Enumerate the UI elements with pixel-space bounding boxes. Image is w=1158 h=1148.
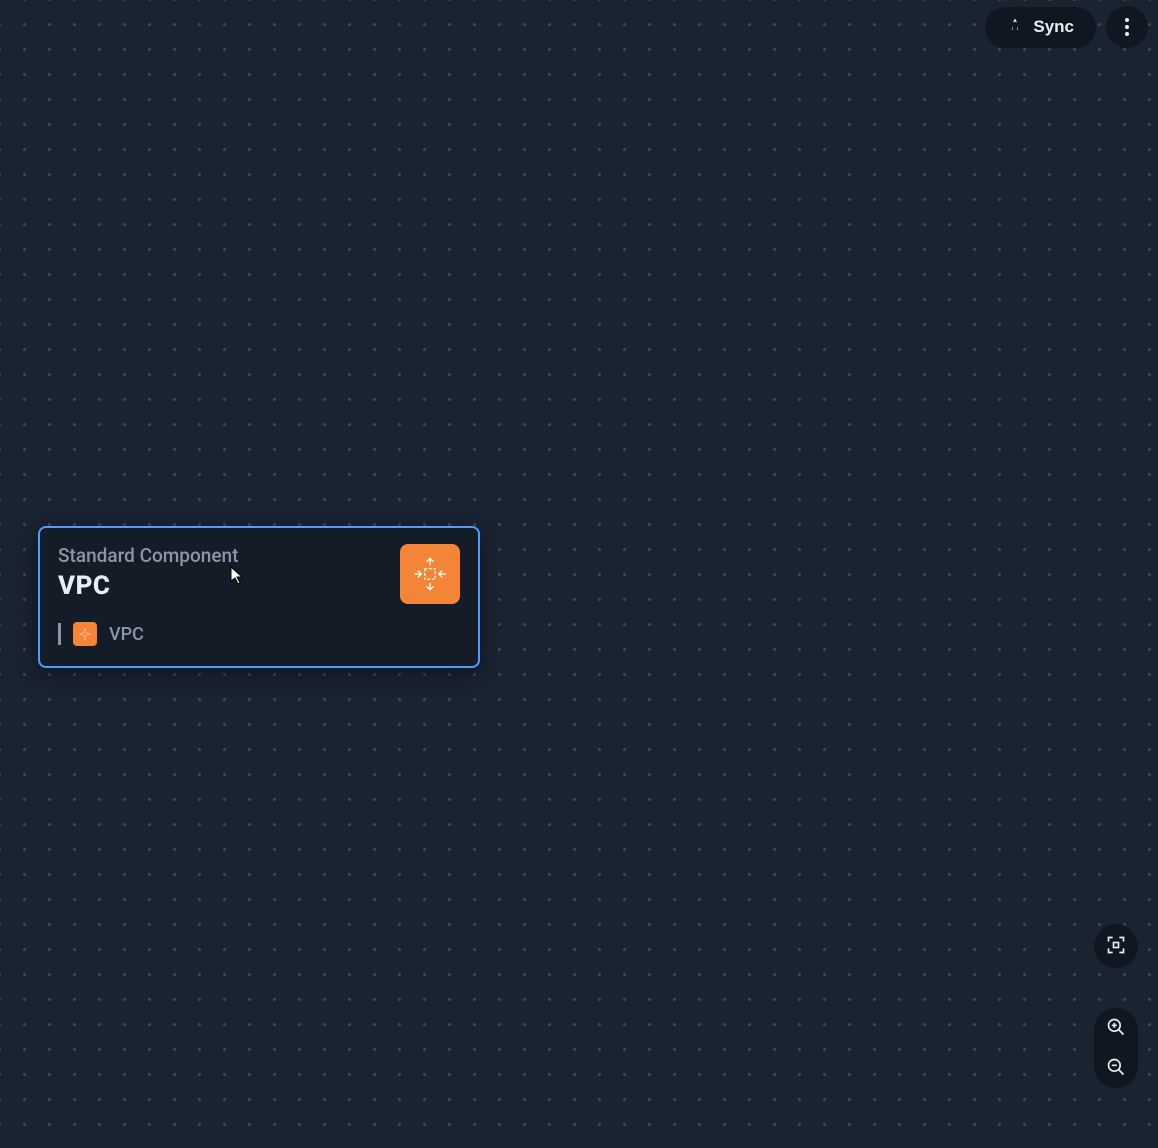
zoom-fit-button[interactable] bbox=[1094, 924, 1138, 968]
zoom-in-icon bbox=[1106, 1017, 1126, 1040]
sync-button[interactable]: Sync bbox=[985, 7, 1096, 48]
zoom-out-button[interactable] bbox=[1094, 1048, 1138, 1088]
zoom-controls bbox=[1094, 924, 1138, 1088]
vpc-icon bbox=[400, 544, 460, 604]
zoom-stack bbox=[1094, 1008, 1138, 1088]
node-header: Standard Component VPC bbox=[58, 544, 460, 604]
resource-label: VPC bbox=[109, 624, 144, 645]
vpc-component-node[interactable]: Standard Component VPC VPC bbox=[38, 526, 480, 668]
node-text-block: Standard Component VPC bbox=[58, 544, 400, 601]
vpc-icon bbox=[73, 622, 97, 646]
zoom-out-icon bbox=[1106, 1057, 1126, 1080]
dots-vertical-icon bbox=[1125, 18, 1129, 36]
node-subtitle: Standard Component bbox=[58, 544, 400, 567]
resource-marker bbox=[58, 623, 61, 645]
sync-label: Sync bbox=[1033, 17, 1074, 37]
node-title: VPC bbox=[58, 571, 400, 601]
node-resource-row[interactable]: VPC bbox=[58, 622, 460, 646]
zoom-in-button[interactable] bbox=[1094, 1008, 1138, 1048]
top-toolbar: Sync bbox=[985, 6, 1148, 48]
fit-screen-icon bbox=[1106, 935, 1126, 958]
more-menu-button[interactable] bbox=[1106, 6, 1148, 48]
rocket-icon bbox=[1007, 17, 1023, 38]
